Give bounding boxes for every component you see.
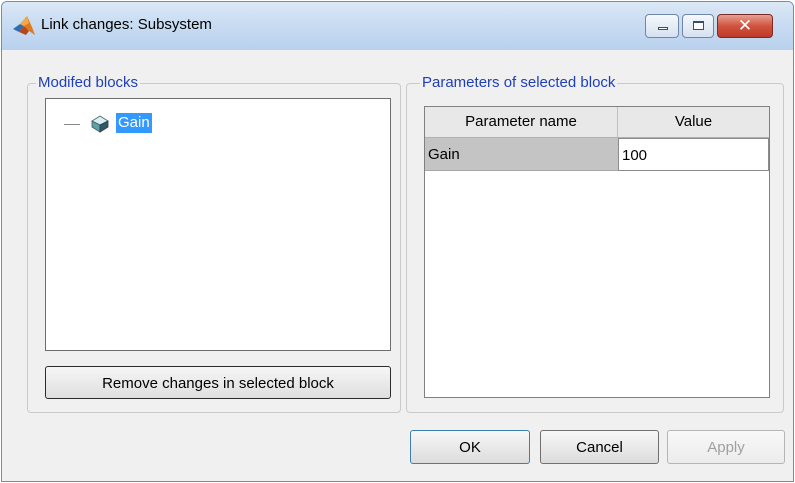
maximize-icon	[693, 21, 704, 30]
tree-item-gain[interactable]: Gain	[116, 113, 152, 133]
minimize-button[interactable]	[645, 14, 679, 38]
maximize-button[interactable]	[682, 14, 714, 38]
parameter-value-cell[interactable]: 100	[618, 138, 769, 171]
parameters-legend: Parameters of selected block	[420, 74, 618, 91]
column-header-value[interactable]: Value	[618, 107, 769, 137]
close-button[interactable]: ✕	[717, 14, 773, 38]
dialog-body: Modifed blocks Gain Remove changes in se…	[2, 50, 793, 481]
minimize-icon	[658, 27, 668, 30]
modified-blocks-tree[interactable]: Gain	[45, 98, 391, 351]
apply-button[interactable]: Apply	[667, 430, 785, 464]
table-row[interactable]: Gain 100	[425, 138, 769, 171]
cancel-button[interactable]: Cancel	[540, 430, 659, 464]
ok-button[interactable]: OK	[410, 430, 530, 464]
parameters-table[interactable]: Parameter name Value Gain 100	[424, 106, 770, 398]
close-icon: ✕	[737, 16, 753, 36]
parameter-name-cell[interactable]: Gain	[425, 138, 618, 171]
modified-blocks-legend: Modifed blocks	[36, 74, 141, 91]
window-title: Link changes: Subsystem	[41, 16, 212, 33]
tree-connector-line	[64, 124, 80, 125]
table-header: Parameter name Value	[425, 107, 769, 138]
remove-changes-button[interactable]: Remove changes in selected block	[45, 366, 391, 399]
title-bar[interactable]: Link changes: Subsystem ✕	[2, 2, 793, 50]
column-header-parameter-name[interactable]: Parameter name	[425, 107, 618, 137]
matlab-logo-icon	[13, 16, 35, 35]
block-cube-icon	[91, 115, 109, 133]
dialog-window: Link changes: Subsystem ✕ Modifed blocks…	[1, 1, 794, 482]
